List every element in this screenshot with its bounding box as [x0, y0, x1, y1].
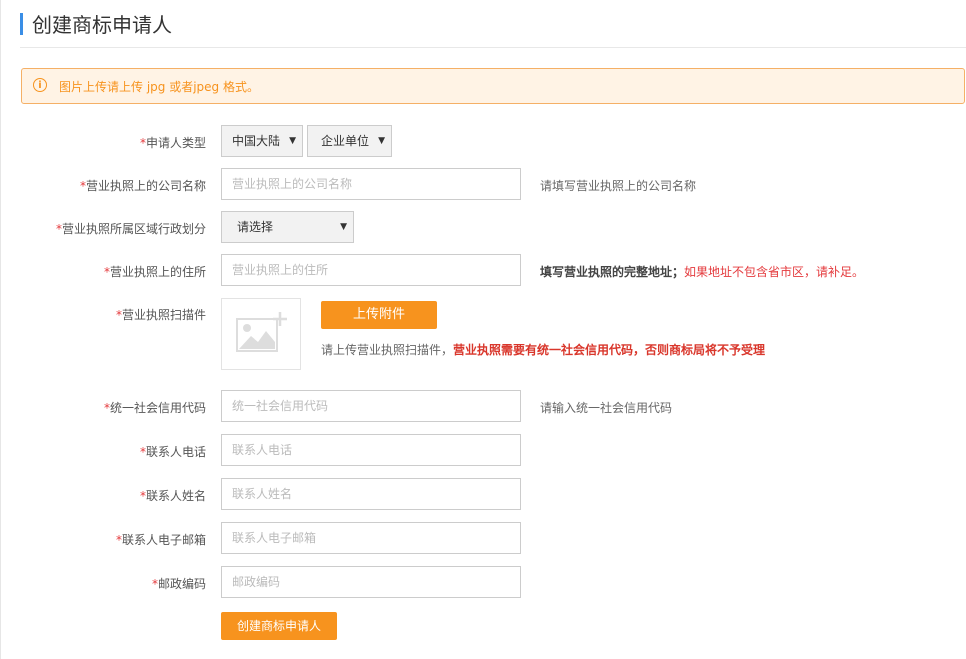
contact-name-label: *联系人姓名: [139, 489, 206, 503]
applicant-type-row: *申请人类型 中国大陆 ▼ 企业单位 ▼: [0, 125, 966, 157]
postal-code-row: *邮政编码: [0, 566, 966, 598]
admin-region-row: *营业执照所属区域行政划分 请选择 ▼: [0, 211, 966, 243]
company-name-input[interactable]: [221, 168, 521, 200]
license-image-placeholder[interactable]: [221, 298, 301, 370]
applicant-type-label: *申请人类型: [139, 136, 206, 150]
postal-code-input[interactable]: [221, 566, 521, 598]
contact-email-row: *联系人电子邮箱: [0, 522, 966, 554]
company-name-label: *营业执照上的公司名称: [79, 179, 206, 193]
contact-phone-row: *联系人电话: [0, 434, 966, 466]
postal-code-label: *邮政编码: [151, 577, 206, 591]
address-input[interactable]: [221, 254, 521, 286]
chevron-down-icon: ▼: [340, 222, 347, 232]
info-icon: i: [33, 78, 47, 92]
credit-code-hint: 请输入统一社会信用代码: [540, 401, 673, 415]
contact-email-label: *联系人电子邮箱: [115, 533, 206, 547]
contact-name-input[interactable]: [221, 478, 521, 510]
admin-region-label: *营业执照所属区域行政划分: [55, 222, 206, 236]
credit-code-input[interactable]: [221, 390, 521, 422]
address-hint: 填写营业执照的完整地址；如果地址不包含省市区，请补足。: [540, 265, 865, 279]
chevron-down-icon: ▼: [289, 136, 296, 146]
page-title: 创建商标申请人: [32, 13, 172, 37]
region-select[interactable]: 中国大陆 ▼: [221, 125, 303, 157]
upload-attachment-button[interactable]: 上传附件: [321, 301, 437, 329]
company-name-hint: 请填写营业执照上的公司名称: [540, 179, 697, 193]
address-row: *营业执照上的住所 填写营业执照的完整地址；如果地址不包含省市区，请补足。: [0, 254, 966, 286]
notice-text: 图片上传请上传 jpg 或者jpeg 格式。: [59, 80, 259, 94]
address-label: *营业执照上的住所: [103, 265, 206, 279]
license-scan-hint: 请上传营业执照扫描件，营业执照需要有统一社会信用代码，否则商标局将不予受理: [321, 343, 766, 357]
entity-type-select[interactable]: 企业单位 ▼: [307, 125, 392, 157]
title-accent-bar: [20, 13, 23, 35]
create-applicant-button[interactable]: 创建商标申请人: [221, 612, 337, 640]
contact-phone-input[interactable]: [221, 434, 521, 466]
credit-code-row: *统一社会信用代码 请输入统一社会信用代码: [0, 390, 966, 422]
chevron-down-icon: ▼: [378, 136, 385, 146]
left-border: [0, 0, 1, 659]
contact-email-input[interactable]: [221, 522, 521, 554]
contact-phone-label: *联系人电话: [139, 445, 206, 459]
admin-region-select[interactable]: 请选择 ▼: [221, 211, 354, 243]
title-divider: [20, 47, 966, 48]
credit-code-label: *统一社会信用代码: [103, 401, 206, 415]
license-scan-label: *营业执照扫描件: [115, 308, 206, 322]
image-add-icon: [236, 312, 287, 352]
company-name-row: *营业执照上的公司名称 请填写营业执照上的公司名称: [0, 168, 966, 200]
contact-name-row: *联系人姓名: [0, 478, 966, 510]
upload-format-notice: i 图片上传请上传 jpg 或者jpeg 格式。: [21, 68, 965, 104]
